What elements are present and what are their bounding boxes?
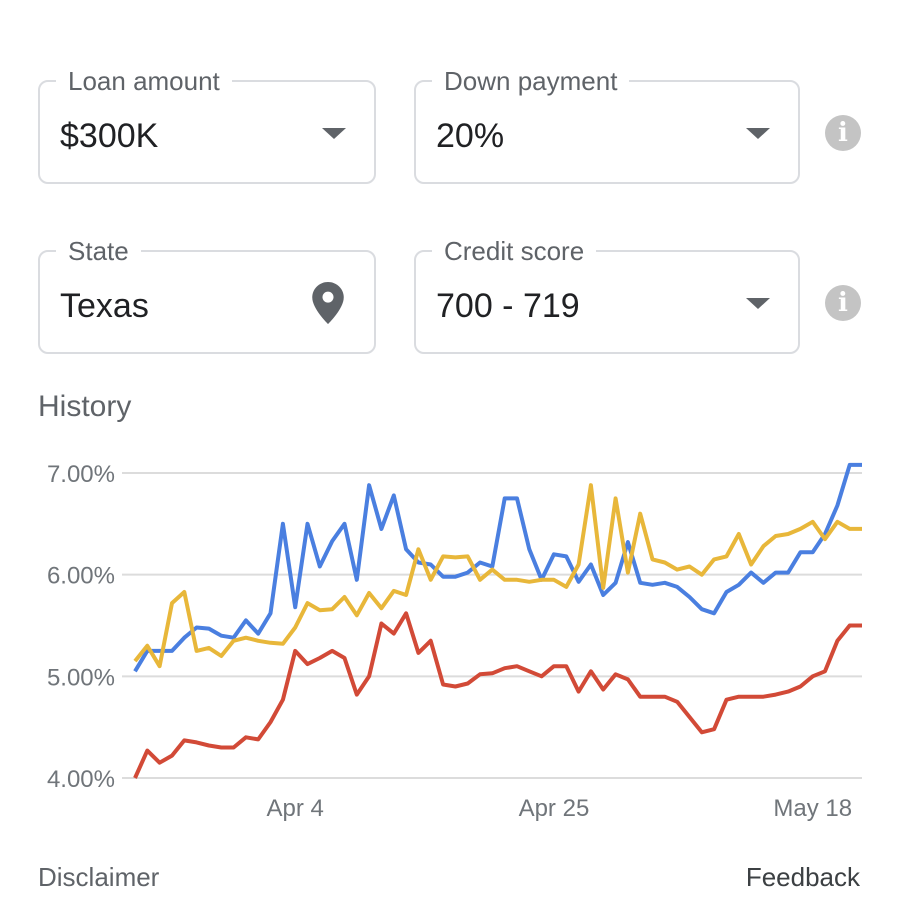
info-icon[interactable]: i [825, 115, 861, 151]
history-title: History [38, 390, 132, 423]
credit-score-value: 700 - 719 [436, 287, 580, 325]
loan-amount-value: $300K [60, 117, 159, 155]
x-axis-ticks: Apr 4Apr 25May 18Jun 9 [266, 795, 852, 822]
chart-grid [122, 472, 862, 779]
x-tick-label: May 18 [773, 795, 852, 822]
down-payment-value: 20% [436, 117, 505, 155]
state-label: State [56, 235, 141, 267]
y-tick-label: 5.00% [47, 664, 115, 691]
down-payment-label: Down payment [432, 65, 630, 97]
loan-amount-select[interactable]: Loan amount $300K [38, 65, 376, 184]
loan-amount-label: Loan amount [56, 65, 232, 97]
chart-series [133, 462, 862, 779]
credit-score-label: Credit score [432, 235, 597, 267]
y-tick-label: 7.00% [47, 461, 115, 488]
chevron-down-icon [746, 128, 770, 139]
history-chart: 7.00%6.00%5.00%4.00% Apr 4Apr 25May 18Ju… [47, 461, 862, 822]
series-line-1 [133, 462, 862, 673]
down-payment-select[interactable]: Down payment 20% [414, 65, 800, 184]
y-axis-ticks: 7.00% 6.00% 5.00% 4.00% [47, 461, 115, 793]
location-pin-icon[interactable] [312, 282, 344, 324]
x-tick-label: Apr 25 [519, 795, 590, 822]
state-value: Texas [60, 287, 149, 325]
chevron-down-icon [322, 128, 346, 139]
disclaimer-link[interactable]: Disclaimer [38, 862, 159, 893]
credit-score-select[interactable]: Credit score 700 - 719 [414, 235, 800, 354]
y-tick-label: 6.00% [47, 563, 115, 590]
y-tick-label: 4.00% [47, 766, 115, 793]
state-field[interactable]: State Texas [38, 235, 376, 354]
chevron-down-icon [746, 298, 770, 309]
x-tick-label: Apr 4 [266, 795, 323, 822]
info-icon[interactable]: i [825, 285, 861, 321]
feedback-link[interactable]: Feedback [746, 862, 860, 893]
